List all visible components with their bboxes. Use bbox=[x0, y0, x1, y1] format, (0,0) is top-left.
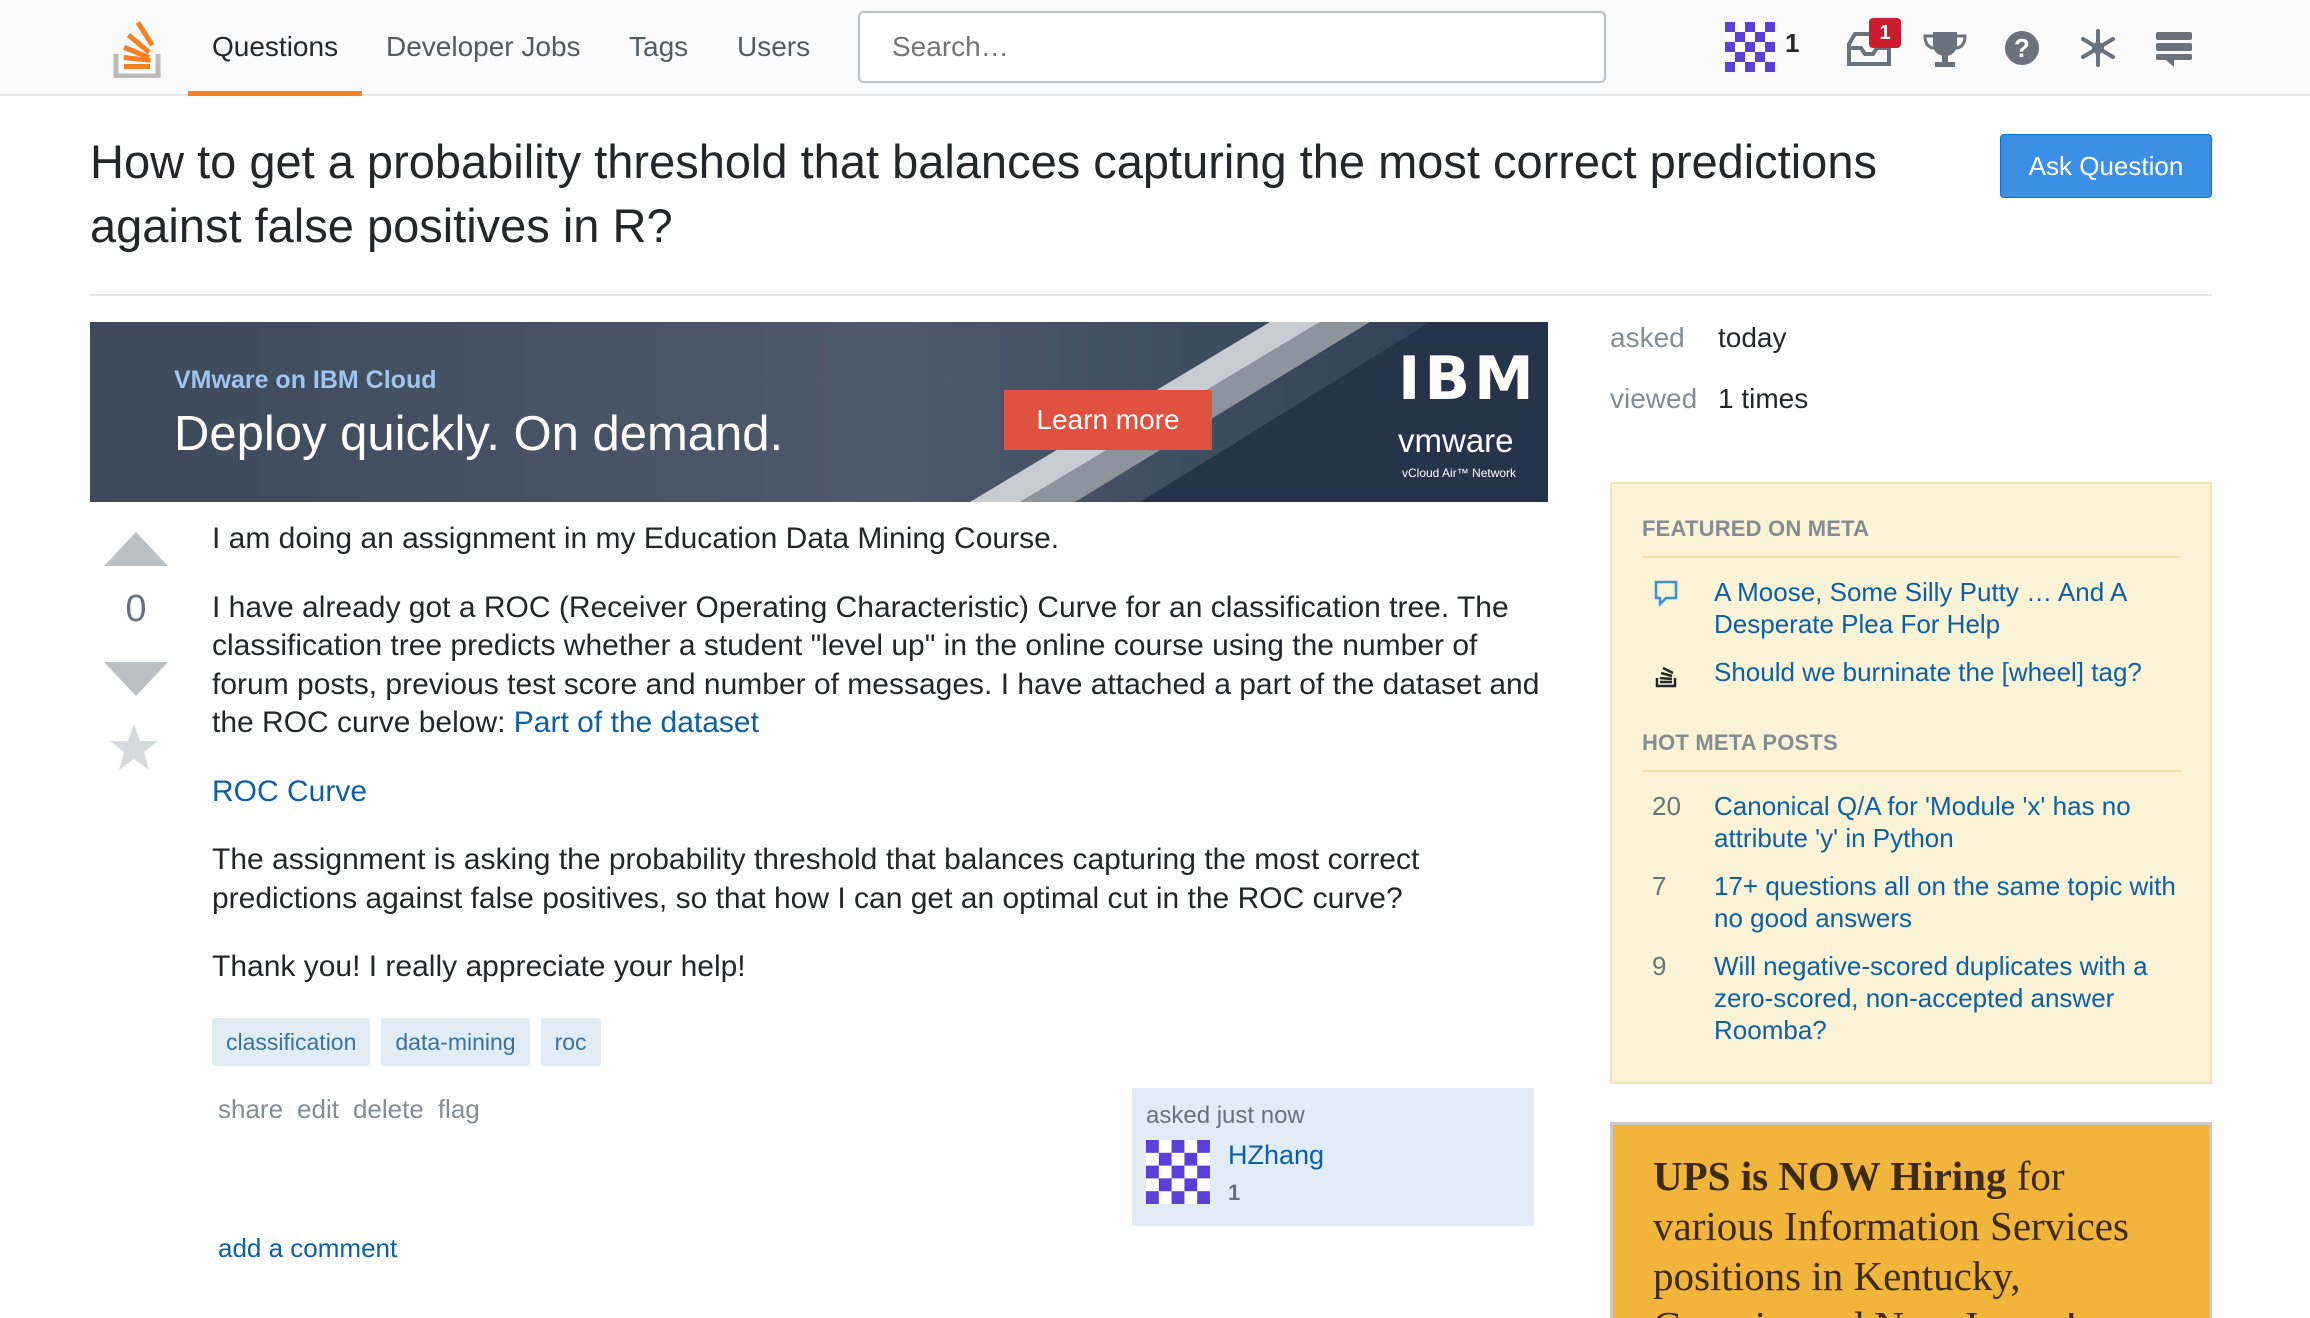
roc-curve-link[interactable]: ROC Curve bbox=[212, 775, 367, 808]
edit-link[interactable]: edit bbox=[297, 1094, 339, 1124]
owner-avatar[interactable] bbox=[1146, 1140, 1210, 1204]
help-icon[interactable]: ? bbox=[1996, 22, 2048, 74]
add-comment-link[interactable]: add a comment bbox=[218, 1233, 397, 1264]
question-body: I am doing an assignment in my Education… bbox=[212, 520, 1542, 1017]
viewed-value: 1 times bbox=[1718, 383, 1809, 414]
tag-classification[interactable]: classification bbox=[212, 1018, 371, 1066]
inbox-badge: 1 bbox=[1869, 18, 1901, 48]
featured-meta-link[interactable]: A Moose, Some Silly Putty … And A Desper… bbox=[1714, 576, 2184, 640]
vmware-logo: vmware bbox=[1398, 422, 1514, 459]
search-input[interactable] bbox=[858, 11, 1606, 83]
featured-meta-link[interactable]: Should we burninate the [wheel] tag? bbox=[1714, 656, 2184, 688]
ad-headline: Deploy quickly. On demand. bbox=[174, 407, 784, 461]
ad-learn-more-button[interactable]: Learn more bbox=[1004, 390, 1212, 450]
question-title[interactable]: How to get a probability threshold that … bbox=[90, 130, 1960, 258]
hot-meta-posts-heading: HOT META POSTS bbox=[1642, 730, 2182, 772]
tag-roc[interactable]: roc bbox=[540, 1018, 601, 1066]
vcloud-air-network-label: vCloud Air™ Network bbox=[1402, 466, 1517, 480]
viewed-label: viewed bbox=[1610, 383, 1698, 414]
ad-subtitle: VMware on IBM Cloud bbox=[174, 366, 437, 394]
tag-data-mining[interactable]: data-mining bbox=[381, 1018, 530, 1066]
asked-label: asked bbox=[1610, 322, 1685, 353]
title-divider bbox=[90, 294, 2212, 296]
ask-question-button[interactable]: Ask Question bbox=[2000, 134, 2212, 198]
site-switcher-icon[interactable] bbox=[2072, 22, 2124, 74]
reputation-count: 1 bbox=[1785, 28, 1800, 58]
share-link[interactable]: share bbox=[218, 1094, 283, 1124]
stack-logo-icon bbox=[1655, 666, 1677, 688]
trophy-icon[interactable] bbox=[1919, 22, 1971, 74]
meta-sidebar-box: FEATURED ON META A Moose, Some Silly Put… bbox=[1610, 482, 2212, 1084]
dataset-link[interactable]: Part of the dataset bbox=[514, 706, 759, 739]
svg-text:?: ? bbox=[2014, 33, 2030, 63]
body-paragraph: ROC Curve bbox=[212, 773, 1542, 812]
top-bar: Questions Developer Jobs Tags Users 1 1 … bbox=[0, 0, 2310, 96]
hot-meta-link[interactable]: Canonical Q/A for 'Module 'x' has no att… bbox=[1714, 790, 2184, 854]
body-paragraph: I am doing an assignment in my Education… bbox=[212, 522, 1060, 555]
hot-meta-score: 20 bbox=[1652, 791, 1681, 821]
vote-count: 0 bbox=[125, 588, 147, 630]
stack-exchange-menu-icon[interactable] bbox=[2148, 22, 2200, 74]
asked-time: asked just now bbox=[1146, 1102, 1305, 1129]
owner-card: asked just now HZhang 1 bbox=[1132, 1088, 1534, 1226]
delete-link[interactable]: delete bbox=[353, 1094, 424, 1124]
body-paragraph: The assignment is asking the probability… bbox=[212, 843, 1420, 915]
speech-bubble-icon bbox=[1654, 580, 1678, 608]
hot-meta-link[interactable]: Will negative-scored duplicates with a z… bbox=[1714, 950, 2184, 1046]
flag-link[interactable]: flag bbox=[438, 1094, 480, 1124]
upvote-arrow-icon[interactable] bbox=[104, 532, 168, 568]
hot-meta-link[interactable]: 17+ questions all on the same topic with… bbox=[1714, 870, 2184, 934]
ibm-vmware-ad-banner[interactable]: VMware on IBM Cloud Deploy quickly. On d… bbox=[90, 322, 1548, 502]
asked-value: today bbox=[1718, 322, 1787, 353]
featured-on-meta-heading: FEATURED ON META bbox=[1642, 516, 2180, 558]
ibm-logo: IBM bbox=[1398, 344, 1538, 414]
nav-developer-jobs[interactable]: Developer Jobs bbox=[362, 0, 605, 96]
body-paragraph: Thank you! I really appreciate your help… bbox=[212, 950, 746, 983]
hot-meta-score: 7 bbox=[1652, 871, 1667, 901]
nav-questions[interactable]: Questions bbox=[188, 0, 363, 96]
downvote-arrow-icon[interactable] bbox=[104, 660, 168, 696]
stackoverflow-logo-icon[interactable] bbox=[112, 16, 166, 78]
nav-tags[interactable]: Tags bbox=[605, 0, 712, 96]
body-paragraph-text: I have already got a ROC (Receiver Opera… bbox=[212, 590, 1540, 740]
owner-reputation: 1 bbox=[1228, 1180, 1241, 1205]
body-paragraph: I have already got a ROC (Receiver Opera… bbox=[212, 589, 1542, 743]
tag-list: classification data-mining roc bbox=[212, 1018, 612, 1066]
user-avatar[interactable] bbox=[1725, 22, 1775, 72]
post-menu: share edit delete flag bbox=[218, 1094, 494, 1125]
ups-ad-headline: UPS is NOW Hiring bbox=[1653, 1153, 2007, 1199]
ups-hiring-ad[interactable]: UPS is NOW Hiring for various Informatio… bbox=[1610, 1122, 2212, 1318]
favorite-star-icon[interactable] bbox=[108, 722, 160, 774]
hot-meta-score: 9 bbox=[1652, 951, 1667, 981]
nav-users[interactable]: Users bbox=[713, 0, 834, 96]
owner-name-link[interactable]: HZhang bbox=[1228, 1140, 1324, 1171]
